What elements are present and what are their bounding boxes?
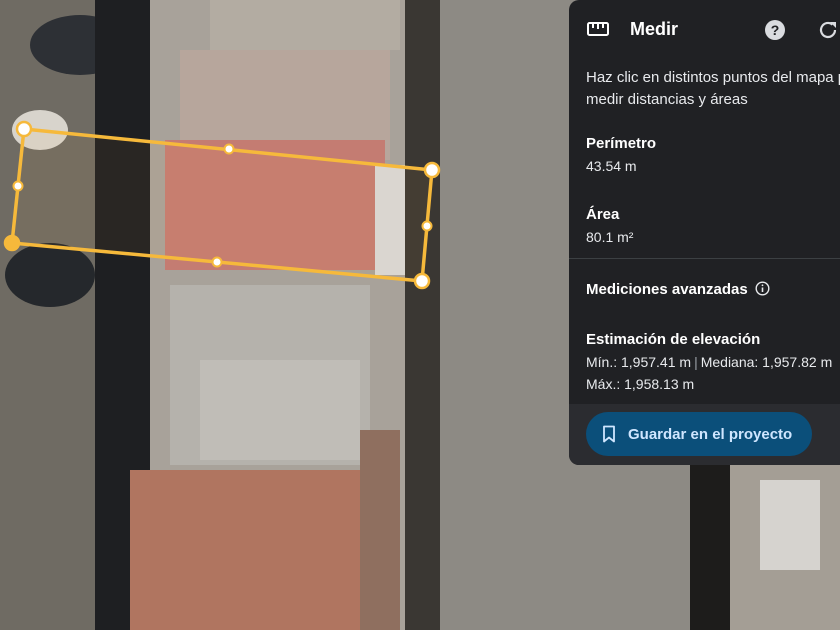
ruler-icon	[587, 22, 609, 36]
panel-footer: Guardar en el proyecto	[569, 404, 840, 465]
save-button-label: Guardar en el proyecto	[628, 425, 793, 443]
elevation-max: Máx.: 1,958.13 m	[586, 376, 695, 392]
advanced-measurements-label[interactable]: Mediciones avanzadas	[586, 281, 748, 298]
elevation-label: Estimación de elevación	[586, 331, 761, 348]
measure-midpoint[interactable]	[211, 256, 223, 268]
elevation-min-median: Mín.: 1,957.41 m | Mediana: 1,957.82 m	[586, 354, 832, 370]
help-icon[interactable]: ?	[764, 19, 786, 41]
panel-title: Medir	[630, 19, 679, 39]
measure-midpoint[interactable]	[12, 180, 24, 192]
instructions-text: Haz clic en distintos puntos del mapa pa…	[586, 69, 840, 108]
svg-text:?: ?	[771, 22, 780, 38]
area-value: 80.1 m²	[586, 229, 634, 245]
measure-vertex[interactable]	[3, 234, 21, 252]
area-label: Área	[586, 206, 620, 223]
elevation-median: Mediana: 1,957.82 m	[700, 354, 833, 370]
measure-vertex[interactable]	[423, 161, 441, 179]
divider	[569, 258, 840, 259]
perimeter-label: Perímetro	[586, 135, 657, 152]
measure-midpoint[interactable]	[421, 220, 433, 232]
bookmark-icon	[603, 425, 615, 443]
info-icon[interactable]	[755, 281, 770, 296]
measure-panel: Medir ? Haz clic en distintos puntos del…	[569, 0, 840, 465]
measure-midpoint[interactable]	[223, 143, 235, 155]
measure-vertex[interactable]	[15, 120, 33, 138]
refresh-icon[interactable]	[817, 19, 839, 41]
elevation-min: Mín.: 1,957.41 m	[586, 354, 692, 370]
perimeter-value: 43.54 m	[586, 158, 637, 174]
panel-header: Medir ?	[569, 0, 840, 60]
save-to-project-button[interactable]: Guardar en el proyecto	[586, 412, 812, 456]
measure-vertex[interactable]	[413, 272, 431, 290]
elevation-separator: |	[694, 354, 698, 370]
